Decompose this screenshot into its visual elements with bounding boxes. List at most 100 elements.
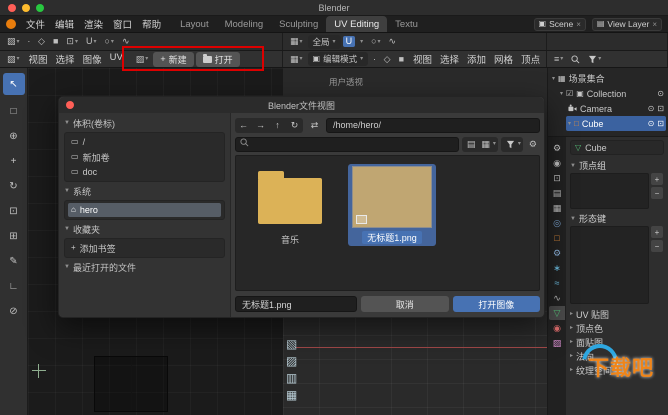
outliner-row-camera[interactable]: Camera ⊙ ⊡ <box>566 101 666 116</box>
tab-scene-icon[interactable]: ▦ <box>549 201 565 215</box>
view-layer-remove-icon[interactable]: × <box>652 20 657 29</box>
mode-dropdown[interactable]: ▣ 编辑模式 ▾ <box>308 52 369 66</box>
settings-gear-icon[interactable]: ⚙ <box>526 139 540 150</box>
outliner-editor-selector-icon[interactable]: ≡▾ <box>551 54 566 65</box>
cursor-tool[interactable]: ⊕ <box>5 127 23 145</box>
display-size-chevron-icon[interactable]: ▾ <box>493 141 496 147</box>
vp-menu-select[interactable]: 选择 <box>436 52 463 66</box>
properties-breadcrumb[interactable]: ▽ Cube <box>570 140 664 155</box>
outliner-row-collection[interactable]: ▾ ☑ ▣ Collection ⊙ <box>558 86 666 101</box>
refresh-button[interactable]: ↻ <box>286 118 303 133</box>
add-shape-key-button[interactable]: + <box>651 226 663 238</box>
tab-view-layer-icon[interactable]: ▤ <box>549 186 565 200</box>
volumes-section-header[interactable]: ▼ 体积(卷标) <box>64 117 225 129</box>
menu-edit[interactable]: 编辑 <box>50 17 79 31</box>
snap-toggle-icon[interactable]: U <box>343 36 356 47</box>
uv-menu-image[interactable]: 图像 <box>79 52 106 66</box>
transform-orientation-dropdown[interactable]: 全局 ▾ <box>308 35 341 49</box>
bookmarks-section-header[interactable]: ▼ 收藏夹 <box>64 223 225 235</box>
uv-select-mode-edge-icon[interactable]: ◇ <box>35 36 48 47</box>
uv-proportional-editing-icon[interactable]: ○▾ <box>101 36 116 47</box>
dialog-close-button[interactable] <box>66 101 74 109</box>
cancel-button[interactable]: 取消 <box>361 296 449 312</box>
tab-material-icon[interactable]: ◉ <box>549 321 565 335</box>
remove-shape-key-button[interactable]: − <box>651 240 663 252</box>
vp-menu-vertex[interactable]: 顶点 <box>517 52 544 66</box>
open-image-confirm-button[interactable]: 打开图像 <box>453 296 541 312</box>
select-box-tool[interactable]: □ <box>5 102 23 120</box>
tab-constraints-icon[interactable]: ∿ <box>549 291 565 305</box>
new-image-button[interactable]: + 新建 <box>153 52 193 67</box>
hide-in-viewport-icon[interactable]: ⊙ <box>648 120 655 128</box>
face-select-mode-icon[interactable]: ■ <box>396 54 407 65</box>
uv-sticky-select-icon[interactable]: ⊡▾ <box>63 36 81 47</box>
volume-item-new-volume[interactable]: ▭ 新加卷 <box>68 150 221 164</box>
tab-modifiers-icon[interactable]: ⚙ <box>549 246 565 260</box>
vp-menu-view[interactable]: 视图 <box>409 52 436 66</box>
back-button[interactable]: ← <box>235 118 252 133</box>
outliner-row-scene-collection[interactable]: ▾ ▦ 场景集合 <box>550 71 666 86</box>
minimize-window-button[interactable] <box>22 4 30 12</box>
bevel-tool[interactable]: ▦ <box>286 389 297 401</box>
rotate-tool[interactable]: ↻ <box>5 177 23 195</box>
volume-item-root[interactable]: ▭ / <box>68 135 221 149</box>
blender-logo-icon[interactable] <box>6 19 16 29</box>
vp-menu-mesh[interactable]: 网格 <box>490 52 517 66</box>
tab-object-icon[interactable]: □ <box>549 231 565 245</box>
path-input[interactable] <box>326 118 540 133</box>
inset-tool[interactable]: ▥ <box>286 372 297 384</box>
add-bookmark-button[interactable]: + 添加书签 <box>68 241 221 255</box>
close-window-button[interactable] <box>8 4 16 12</box>
view-layer-selector[interactable]: ▤ View Layer × <box>592 18 662 31</box>
uv-menu-select[interactable]: 选择 <box>52 52 79 66</box>
file-item-folder[interactable]: 音乐 <box>246 164 334 248</box>
disable-in-render-icon[interactable]: ⊡ <box>657 120 664 128</box>
uv-falloff-icon[interactable]: ∿ <box>119 36 133 47</box>
menu-help[interactable]: 帮助 <box>137 17 166 31</box>
edge-select-mode-icon[interactable]: ◇ <box>381 54 394 65</box>
workspace-tab-texture-paint[interactable]: Textu <box>387 16 426 32</box>
move-tool[interactable]: + <box>5 152 23 170</box>
uv-select-mode-vertex-icon[interactable]: ∙ <box>25 36 34 47</box>
open-image-button[interactable]: 打开 <box>196 52 240 67</box>
panel-normals-header[interactable]: ▸ 法向 <box>570 349 664 363</box>
hide-in-viewport-icon[interactable]: ⊙ <box>657 90 664 98</box>
scale-tool[interactable]: ⊡ <box>5 202 23 220</box>
tab-particles-icon[interactable]: ∗ <box>549 261 565 275</box>
transform-tool[interactable]: ⊞ <box>5 227 23 245</box>
menu-file[interactable]: 文件 <box>21 17 50 31</box>
uv-menu-view[interactable]: 视图 <box>25 52 52 66</box>
disable-in-render-icon[interactable]: ⊡ <box>657 105 664 113</box>
uv-snap-magnet-icon[interactable]: U▾ <box>83 36 100 47</box>
panel-vertex-colors-header[interactable]: ▸ 顶点色 <box>570 321 664 335</box>
uv-editor-type-icon[interactable]: ▨▾ <box>4 36 23 47</box>
volume-item-doc[interactable]: ▭ doc <box>68 165 221 179</box>
panel-vertex-groups-header[interactable]: ▼ 顶点组 <box>570 159 664 172</box>
filter-icon[interactable] <box>503 139 518 150</box>
uv-menu-uv[interactable]: UV <box>106 52 127 66</box>
tab-output-icon[interactable]: ⊡ <box>549 171 565 185</box>
filter-chevron-icon[interactable]: ▾ <box>518 141 521 147</box>
vp-menu-add[interactable]: 添加 <box>463 52 490 66</box>
system-item-hero[interactable]: ⌂ hero <box>68 203 221 217</box>
add-vertex-group-button[interactable]: + <box>651 173 663 185</box>
falloff-curve-icon[interactable]: ∿ <box>386 36 400 47</box>
grab-tool[interactable]: ⊘ <box>5 302 23 320</box>
file-item-image[interactable]: 无标题1.png <box>348 164 436 246</box>
expand-icon[interactable]: ▾ <box>568 121 571 127</box>
workspace-tab-sculpting[interactable]: Sculpting <box>271 16 326 32</box>
tab-tool-icon[interactable]: ⚙ <box>549 141 565 155</box>
add-cube-tool[interactable]: ▧ <box>286 338 297 350</box>
up-button[interactable]: ↑ <box>269 118 286 133</box>
tab-physics-icon[interactable]: ≈ <box>549 276 565 290</box>
menu-window[interactable]: 窗口 <box>108 17 137 31</box>
system-section-header[interactable]: ▼ 系统 <box>64 185 225 197</box>
vertex-groups-list[interactable] <box>570 173 649 209</box>
panel-shape-keys-header[interactable]: ▼ 形态键 <box>570 212 664 225</box>
new-directory-icon[interactable]: ⇄ <box>306 118 323 133</box>
panel-face-maps-header[interactable]: ▸ 面贴图 <box>570 335 664 349</box>
filename-input[interactable] <box>235 296 357 312</box>
remove-vertex-group-button[interactable]: − <box>651 187 663 199</box>
uv-select-mode-face-icon[interactable]: ■ <box>50 36 61 47</box>
display-thumbnails-icon[interactable]: ▦ <box>478 139 493 150</box>
